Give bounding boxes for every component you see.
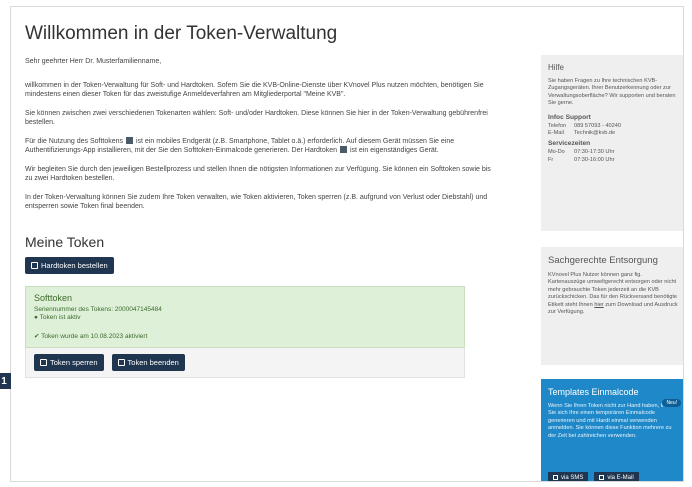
help-panel: Hilfe Sie haben Fragen zu Ihre technisch… <box>541 55 683 231</box>
temporary-code-panel: Templates Einmalcode Neu! Wenn Sie Ihren… <box>541 379 683 481</box>
page-title: Willkommen in der Token-Verwaltung <box>25 23 338 44</box>
disposal-text: KVnovel Plus Nutzer können ganz fig. Kar… <box>548 272 680 316</box>
lock-token-label: Token sperren <box>50 358 98 367</box>
support-title: Infoc Support <box>548 113 591 121</box>
token-activated: ✔ Token wurde am 10.08.2023 aktiviert <box>34 333 456 342</box>
step-marker: 1 <box>0 373 11 389</box>
code-via-sms-label: via SMS <box>561 474 584 481</box>
help-title: Hilfe <box>548 63 565 72</box>
management-paragraph: In der Token-Verwaltung können Sie zudem… <box>25 193 488 211</box>
my-tokens-title: Meine Token <box>25 233 105 250</box>
token-status: ● Token ist aktiv <box>34 314 456 323</box>
envelope-icon <box>599 475 605 480</box>
token-status-text: Token ist aktiv <box>39 314 81 321</box>
temporary-code-title: Templates Einmalcode <box>548 387 639 397</box>
help-text: Sie haben Fragen zu Ihre technischen KVB… <box>548 78 676 107</box>
hours-time-2: 07:30-16:00 Uhr <box>574 156 615 163</box>
disposal-panel: Sachgerechte Entsorgung KVnovel Plus Nut… <box>541 247 683 365</box>
hours-days-1: Mo-Do <box>548 149 565 156</box>
token-types-paragraph: Sie können zwischen zwei verschiedenen T… <box>25 109 488 127</box>
order-hardtoken-button[interactable]: Hardtoken bestellen <box>25 256 114 274</box>
token-activated-text: Token wurde am 10.08.2023 aktiviert <box>41 332 148 340</box>
support-phone: Telefon 089 57093 - 40240 <box>548 123 680 130</box>
process-paragraph: Wir begleiten Sie durch den jeweiligen B… <box>25 165 491 183</box>
disposal-download-link[interactable]: hier <box>594 302 603 308</box>
temporary-code-text: Wenn Sie Ihren Token nicht zur Hand habe… <box>548 403 680 439</box>
hours-days-2: Fr <box>548 156 554 163</box>
usage-text-a: Für die Nutzung des Softtokens <box>25 137 124 145</box>
token-serial: Seriennummer des Tokens: 2000047145484 <box>34 305 162 313</box>
usage-paragraph: Für die Nutzung des Softtokens ist ein m… <box>25 136 493 156</box>
smartphone-icon <box>126 136 134 144</box>
softtoken-card: Softtoken Seriennummer des Tokens: 20000… <box>25 285 465 348</box>
usage-text-c: ist ein eigenständiges Gerät. <box>349 147 439 154</box>
intro-paragraph: willkommen in der Token-Verwaltung für S… <box>25 81 484 99</box>
checkmark-icon: ✔ <box>34 332 40 340</box>
disposal-title: Sachgerechte Entsorgung <box>548 255 658 266</box>
check-circle-icon: ● <box>34 314 38 321</box>
cart-icon <box>31 261 38 269</box>
trash-icon <box>117 359 125 366</box>
phone-value: 089 57093 - 40240 <box>574 122 621 129</box>
hours-row-1: Mo-Do 07:30-17:30 Uhr <box>548 149 680 156</box>
code-via-email-button[interactable]: via E-Mail <box>594 472 639 481</box>
token-actions: Token sperren Token beenden <box>25 348 465 378</box>
main-content: Willkommen in der Token-Verwaltung Sehr … <box>25 23 493 378</box>
end-token-button[interactable]: Token beenden <box>111 354 185 371</box>
hours-title: Servicezeiten <box>548 140 591 148</box>
phone-label: Telefon <box>548 122 567 129</box>
code-via-email-label: via E-Mail <box>607 474 634 481</box>
hours-row-2: Fr 07:30-16:00 Uhr <box>548 157 680 164</box>
code-via-sms-button[interactable]: via SMS <box>548 472 589 481</box>
token-title: Softtoken <box>34 292 73 303</box>
hardtoken-icon <box>340 146 348 153</box>
lock-token-button[interactable]: Token sperren <box>34 354 104 371</box>
order-hardtoken-label: Hardtoken bestellen <box>41 260 108 270</box>
mail-link[interactable]: Technik@kvb.de <box>574 130 615 137</box>
page-frame: Willkommen in der Token-Verwaltung Sehr … <box>10 6 684 482</box>
end-token-label: Token beenden <box>127 358 179 367</box>
hours-time-1: 07:30-17:30 Uhr <box>574 149 615 156</box>
phone-icon <box>553 475 558 480</box>
new-badge: Neu! <box>662 399 681 407</box>
lock-icon <box>40 359 47 366</box>
salutation: Sehr geehrter Herr Dr. Musterfamiliennam… <box>25 58 162 65</box>
mail-label: E-Mail <box>548 130 564 137</box>
temporary-code-actions: via SMS via E-Mail <box>548 472 639 481</box>
support-mail: E-Mail Technik@kvb.de <box>548 130 680 137</box>
